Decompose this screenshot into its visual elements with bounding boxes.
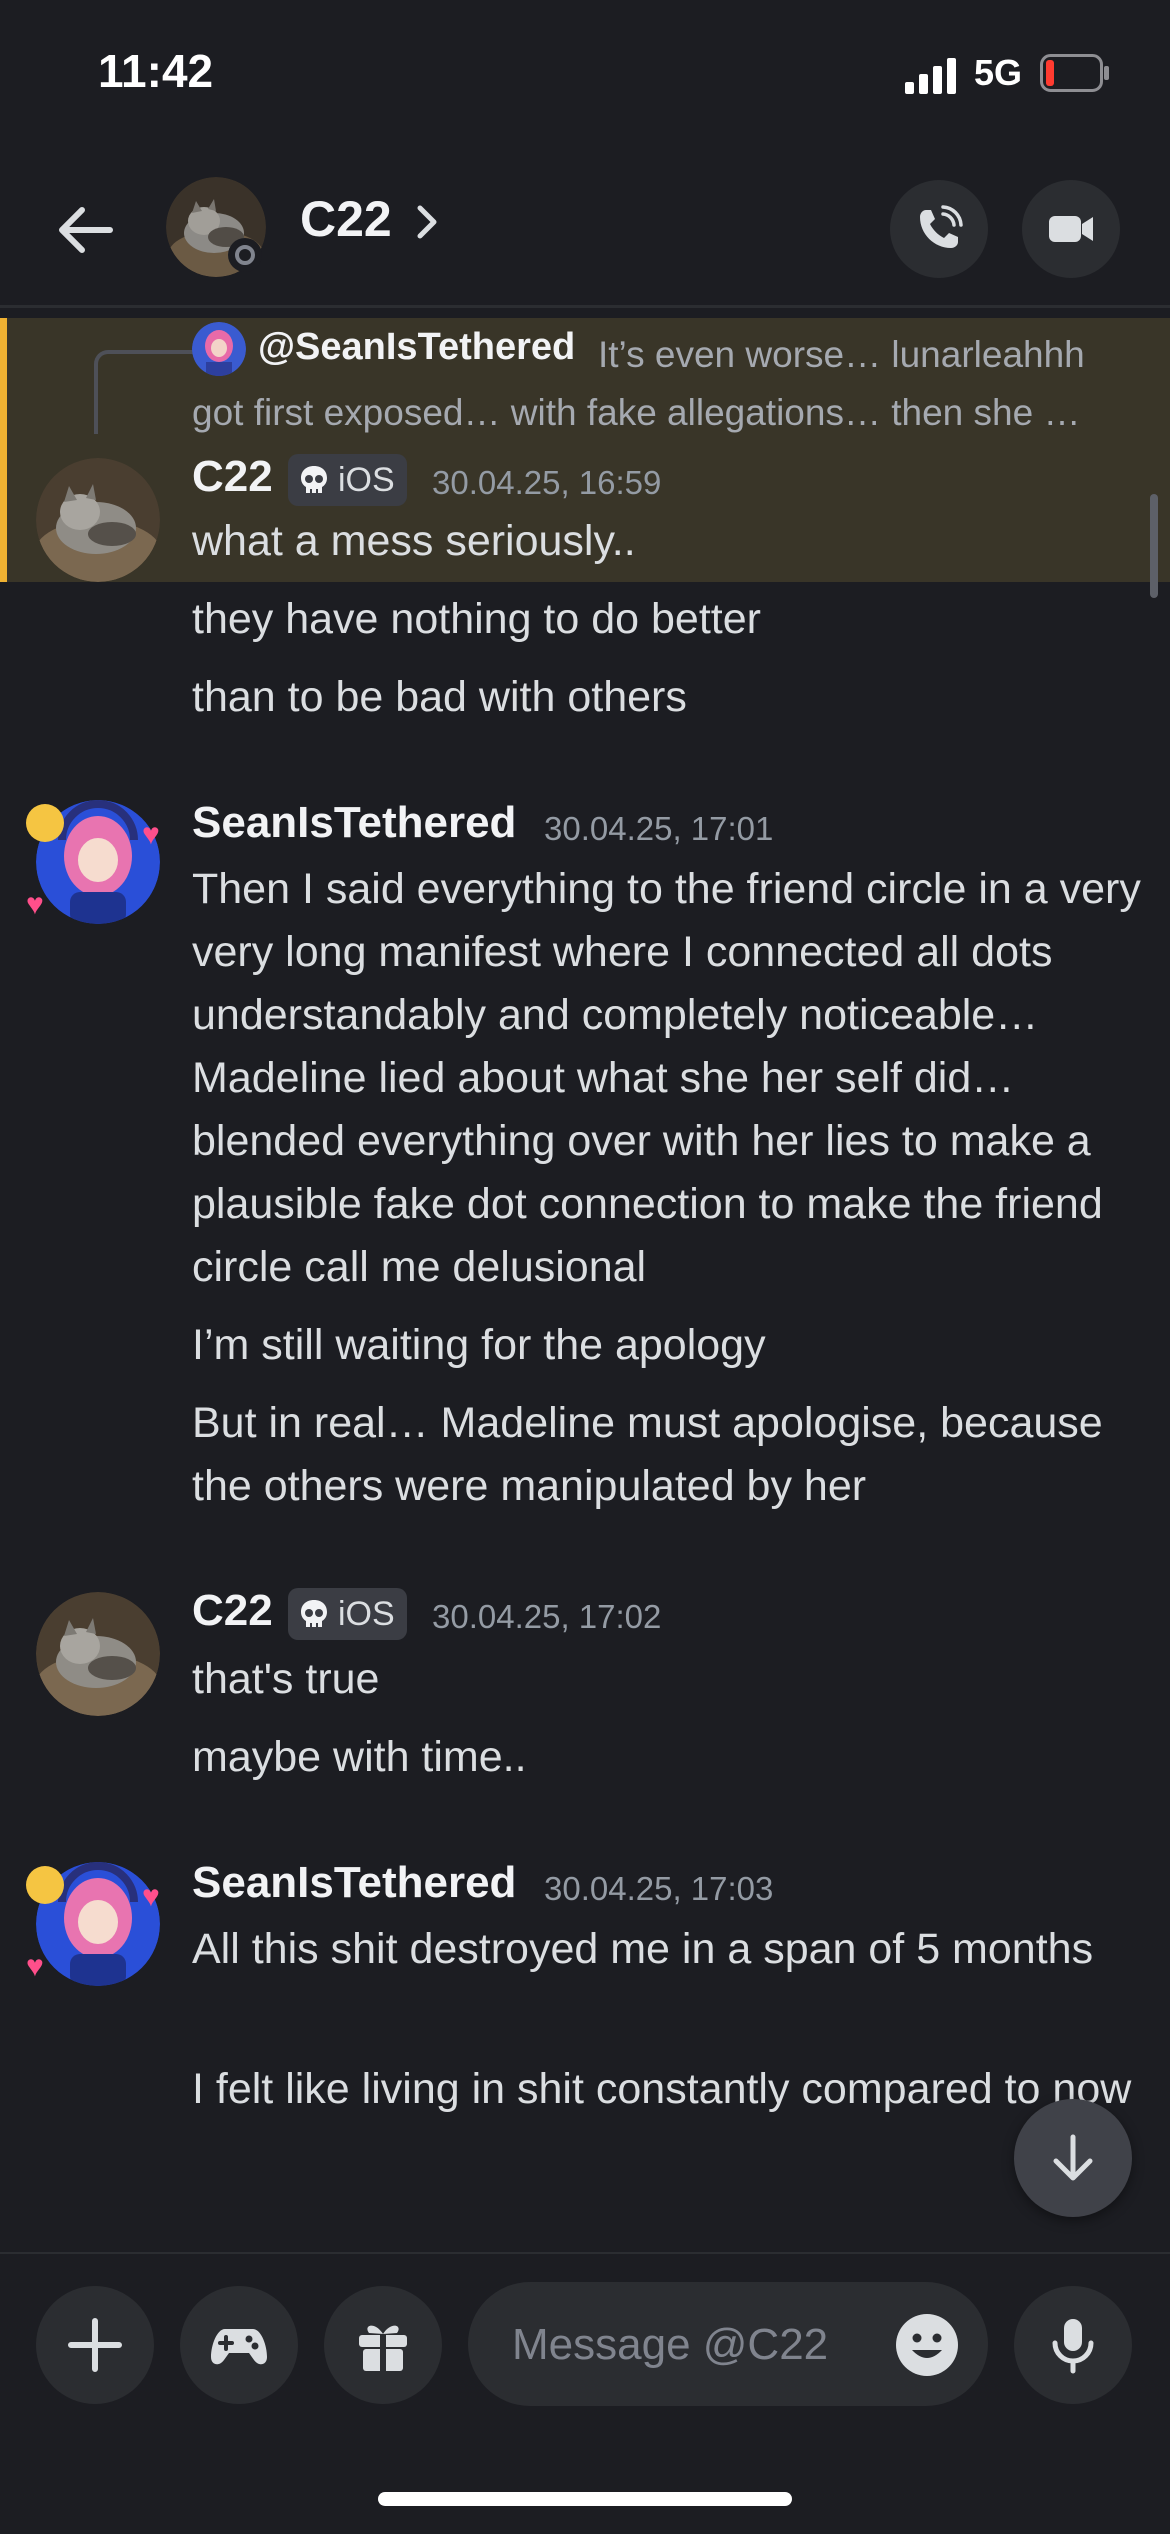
message-text[interactable]: they have nothing to do better [192, 588, 1142, 651]
message-timestamp: 30.04.25, 16:59 [432, 464, 662, 501]
plus-icon [68, 2318, 122, 2372]
back-arrow-icon[interactable] [50, 195, 120, 265]
tag-label: iOS [338, 1595, 395, 1633]
attach-button[interactable] [36, 2286, 154, 2404]
message-text[interactable]: I felt like living in shit constantly co… [192, 2058, 1142, 2121]
heart-icon: ♥ [26, 888, 44, 921]
video-call-button[interactable] [1022, 180, 1120, 278]
author-name[interactable]: SeanIsTethered [192, 798, 516, 848]
message-input-container [468, 2282, 988, 2406]
heart-eyes-emoji-icon [26, 804, 64, 842]
gamepad-icon [211, 2329, 267, 2365]
heart-icon: ♥ [142, 818, 160, 851]
status-time: 11:42 [98, 45, 214, 97]
home-indicator[interactable] [378, 2492, 792, 2506]
activities-button[interactable] [180, 2286, 298, 2404]
message-timestamp: 30.04.25, 17:03 [544, 1870, 774, 1907]
author-name[interactable]: C22 [192, 1586, 273, 1636]
message-timestamp: 30.04.25, 17:02 [432, 1598, 662, 1635]
chat-header: C22 [0, 150, 1170, 308]
message-input[interactable] [510, 2312, 834, 2378]
message-text[interactable]: what a mess seriously.. [192, 510, 1142, 573]
ios-tag: iOS [288, 1588, 407, 1640]
chevron-right-icon[interactable] [412, 202, 442, 242]
network-label: 5G [974, 52, 1023, 93]
skull-icon [301, 466, 327, 493]
skull-icon [301, 1600, 327, 1627]
voice-message-button[interactable] [1014, 2286, 1132, 2404]
author-avatar[interactable] [36, 458, 160, 582]
heart-icon: ♥ [26, 1950, 44, 1983]
message-text[interactable]: than to be bad with others [192, 666, 1142, 729]
author-avatar[interactable] [36, 1592, 160, 1716]
emoji-icon[interactable] [894, 2312, 960, 2378]
heart-eyes-emoji-icon [26, 1866, 64, 1904]
message-text[interactable]: I’m still waiting for the apology [192, 1314, 1142, 1377]
message-text[interactable]: All this shit destroyed me in a span of … [192, 1918, 1142, 1981]
status-bar: 11:42 5G [0, 0, 1170, 150]
message-text[interactable]: Then I said everything to the friend cir… [192, 858, 1142, 1299]
video-camera-icon [1049, 216, 1093, 242]
message-text[interactable]: maybe with time.. [192, 1726, 1142, 1789]
message-text[interactable]: that's true [192, 1648, 1142, 1711]
author-name[interactable]: SeanIsTethered [192, 1858, 516, 1908]
author-name[interactable]: C22 [192, 452, 273, 502]
reply-mention[interactable]: @SeanIsTethered [258, 326, 575, 369]
scrollbar[interactable] [1150, 494, 1158, 598]
ios-tag: iOS [288, 454, 407, 506]
microphone-icon [1052, 2319, 1094, 2374]
jump-to-present-button[interactable] [1014, 2099, 1132, 2217]
heart-icon: ♥ [142, 1880, 160, 1913]
message-timestamp: 30.04.25, 17:01 [544, 810, 774, 847]
reply-connector [94, 350, 198, 434]
gift-icon [359, 2325, 407, 2371]
battery-icon [1040, 54, 1109, 92]
arrow-down-icon [1053, 2134, 1093, 2181]
contact-name[interactable]: C22 [300, 190, 392, 248]
phone-icon [920, 205, 963, 248]
gift-button[interactable] [324, 2286, 442, 2404]
voice-call-button[interactable] [890, 180, 988, 278]
message-text[interactable]: But in real… Madeline must apologise, be… [192, 1392, 1142, 1518]
tag-label: iOS [338, 461, 395, 499]
offline-status-indicator [228, 238, 262, 272]
signal-icon [905, 58, 956, 94]
